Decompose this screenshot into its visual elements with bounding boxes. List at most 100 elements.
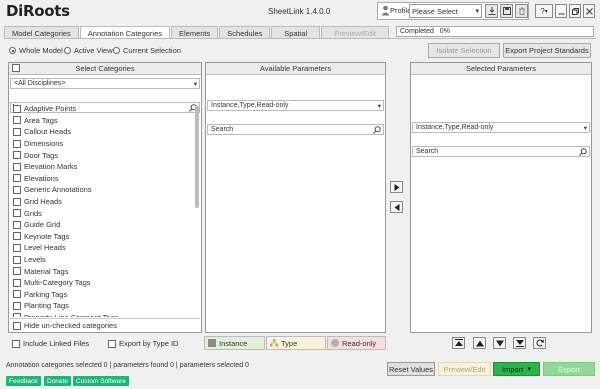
- category-item[interactable]: Property Line Segment Tags: [10, 312, 193, 317]
- radio-label: Active View: [74, 46, 113, 55]
- hide-unchecked-checkbox[interactable]: [13, 321, 21, 330]
- trash-icon: [518, 7, 525, 15]
- category-item[interactable]: Generic Annotations: [10, 184, 193, 196]
- save-icon: [502, 7, 511, 15]
- category-checkbox[interactable]: [13, 127, 21, 136]
- category-checkbox[interactable]: [13, 243, 21, 252]
- move-bottom-button[interactable]: [513, 337, 526, 349]
- category-item[interactable]: Callout Heads: [10, 126, 193, 138]
- include-linked-files-checkbox[interactable]: [12, 339, 20, 348]
- search-icon: [373, 126, 381, 134]
- minimize-button[interactable]: [555, 4, 567, 18]
- available-panel-title: Available Parameters: [259, 64, 332, 73]
- discipline-value: <All Disciplines>: [14, 80, 66, 87]
- available-filter-value: Instance,Type,Read-only: [211, 102, 289, 109]
- remove-parameter-button[interactable]: [390, 201, 403, 213]
- selected-search-placeholder: Search: [416, 148, 439, 155]
- category-item[interactable]: Keynote Tags: [10, 231, 193, 243]
- save-profile-button[interactable]: [500, 4, 513, 18]
- category-checkbox[interactable]: [13, 162, 21, 171]
- category-label: Guide Grid: [24, 220, 61, 230]
- category-item[interactable]: Door Tags: [10, 149, 193, 161]
- radio-active-view[interactable]: Active View: [64, 46, 113, 55]
- selected-search[interactable]: Search: [412, 146, 590, 157]
- categories-scrollbar[interactable]: [195, 106, 199, 208]
- category-item[interactable]: Grids: [10, 207, 193, 219]
- import-profile-button[interactable]: [485, 4, 498, 18]
- category-checkbox[interactable]: [13, 232, 21, 241]
- radio-button[interactable]: [113, 47, 120, 54]
- move-up-button[interactable]: [473, 337, 486, 349]
- help-menu-button[interactable]: ? ▾: [535, 4, 553, 18]
- radio-whole-model[interactable]: Whole Model: [9, 46, 63, 55]
- radio-button[interactable]: [9, 47, 16, 54]
- export-by-type-checkbox[interactable]: [108, 339, 116, 348]
- category-item[interactable]: Grid Heads: [10, 196, 193, 208]
- export-by-type-option[interactable]: Export by Type ID: [105, 338, 178, 350]
- profile-select[interactable]: Please Select ▾: [409, 4, 482, 18]
- category-checkbox[interactable]: [13, 301, 21, 310]
- reset-values-button[interactable]: Reset Values: [387, 362, 435, 376]
- category-checkbox[interactable]: [13, 174, 21, 183]
- refresh-button[interactable]: [533, 337, 546, 349]
- move-top-button[interactable]: [452, 337, 465, 349]
- arrow-up-icon: [475, 340, 484, 346]
- legend-instance: Instance: [204, 336, 265, 350]
- category-checkbox[interactable]: [13, 278, 21, 287]
- preview-edit-button[interactable]: Preview/Edit: [438, 362, 491, 376]
- radio-button[interactable]: [64, 47, 71, 54]
- category-checkbox[interactable]: [13, 267, 21, 276]
- category-item[interactable]: Elevation Marks: [10, 161, 193, 173]
- category-checkbox[interactable]: [13, 290, 21, 299]
- category-checkbox[interactable]: [13, 185, 21, 194]
- discipline-dropdown[interactable]: <All Disciplines> ▾: [10, 78, 200, 89]
- import-button[interactable]: Import ▾: [493, 362, 540, 376]
- category-checkbox[interactable]: [13, 139, 21, 148]
- progress-percent: 0%: [439, 28, 450, 35]
- export-button[interactable]: Export: [543, 362, 595, 376]
- category-checkbox[interactable]: [13, 104, 21, 113]
- select-all-checkbox[interactable]: [12, 64, 20, 72]
- category-item[interactable]: Parking Tags: [10, 289, 193, 301]
- category-checkbox[interactable]: [13, 116, 21, 125]
- feedback-link[interactable]: Feedback: [6, 376, 41, 386]
- category-item[interactable]: Planting Tags: [10, 300, 193, 312]
- add-parameter-button[interactable]: [390, 181, 403, 193]
- category-item[interactable]: Levels: [10, 254, 193, 266]
- category-checkbox[interactable]: [13, 313, 21, 317]
- categories-list: Adaptive Points Area Tags Callout Heads Dim…: [10, 103, 193, 317]
- category-item[interactable]: Level Heads: [10, 242, 193, 254]
- available-filter-dropdown[interactable]: Instance,Type,Read-only ▾: [207, 100, 384, 111]
- category-label: Levels: [24, 255, 46, 265]
- isolate-selection-button[interactable]: Isolate Selection: [428, 43, 500, 58]
- category-label: Adaptive Points: [24, 104, 77, 114]
- category-checkbox[interactable]: [13, 209, 21, 218]
- radio-current-selection[interactable]: Current Selection: [113, 46, 181, 55]
- category-item[interactable]: Dimensions: [10, 138, 193, 150]
- export-project-standards-button[interactable]: Export Project Standards: [503, 43, 591, 58]
- maximize-button[interactable]: [569, 4, 581, 18]
- category-item[interactable]: Elevations: [10, 173, 193, 185]
- arrow-right-icon: [394, 183, 399, 191]
- selected-filter-dropdown[interactable]: Instance,Type,Read-only ▾: [412, 122, 590, 133]
- category-item[interactable]: Area Tags: [10, 115, 193, 127]
- category-checkbox[interactable]: [13, 197, 21, 206]
- category-checkbox[interactable]: [13, 151, 21, 160]
- download-icon: [488, 7, 495, 15]
- category-label: Parking Tags: [24, 289, 68, 299]
- donate-link[interactable]: Donate: [44, 376, 71, 386]
- category-item[interactable]: Guide Grid: [10, 219, 193, 231]
- close-button[interactable]: [583, 4, 595, 18]
- move-down-button[interactable]: [493, 337, 506, 349]
- available-search[interactable]: Search: [207, 124, 384, 135]
- category-item[interactable]: Material Tags: [10, 265, 193, 277]
- include-linked-files-option[interactable]: Include Linked Files: [9, 338, 89, 350]
- category-checkbox[interactable]: [13, 220, 21, 229]
- category-item[interactable]: Multi-Category Tags: [10, 277, 193, 289]
- legend-read-only-label: Read-only: [342, 338, 377, 348]
- hide-unchecked-option[interactable]: Hide un-checked categories: [10, 320, 117, 332]
- custom-software-link[interactable]: Custom Software: [73, 376, 129, 386]
- delete-profile-button[interactable]: [515, 4, 528, 18]
- category-item[interactable]: Adaptive Points: [10, 103, 193, 115]
- category-checkbox[interactable]: [13, 255, 21, 264]
